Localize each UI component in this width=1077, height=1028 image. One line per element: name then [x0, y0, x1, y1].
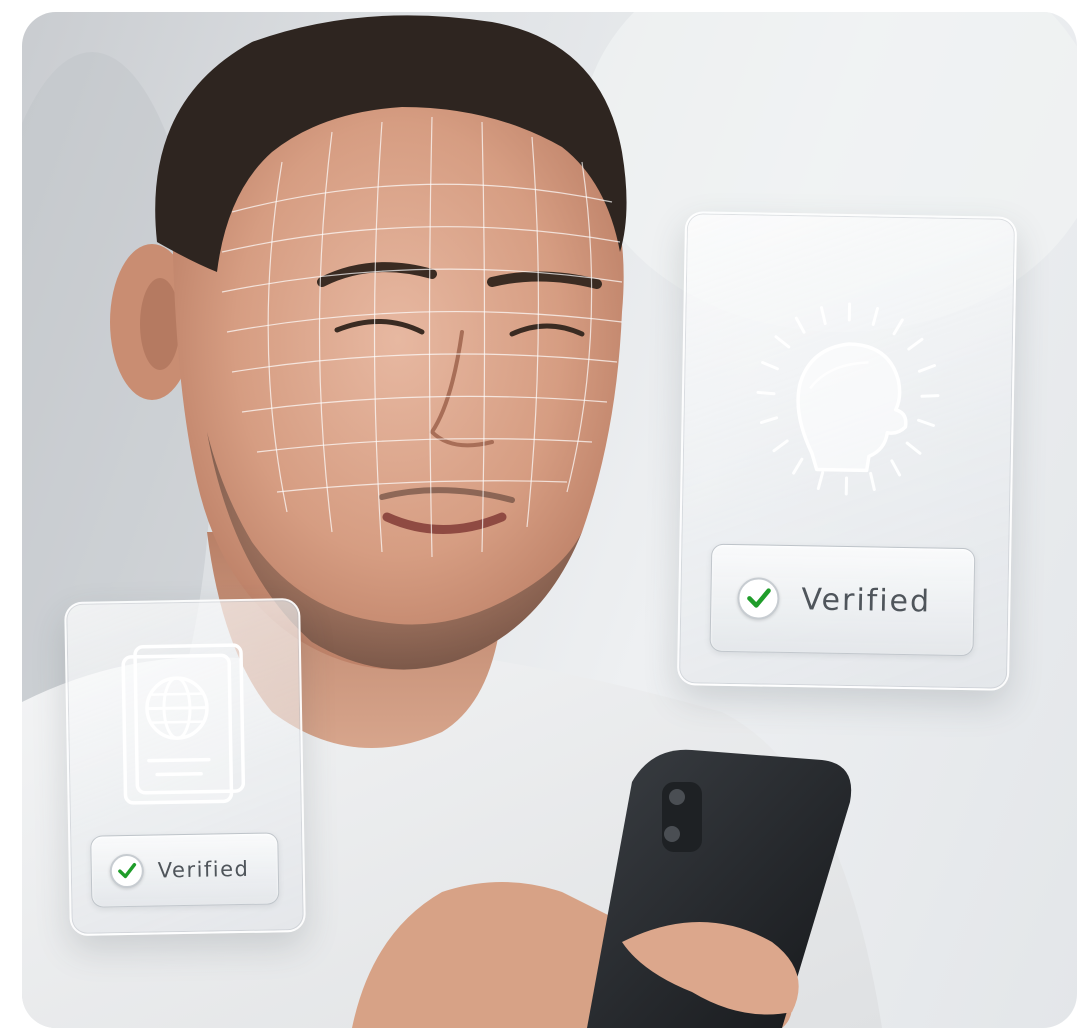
- photo-frame: Verified Verified: [22, 12, 1077, 1028]
- passport-verified-badge: Verified: [90, 832, 280, 908]
- verified-label: Verified: [157, 856, 250, 883]
- green-check-icon: [109, 853, 145, 889]
- face-verified-badge: Verified: [709, 543, 976, 657]
- verified-label: Verified: [801, 581, 932, 619]
- passport-verification-card: Verified: [64, 597, 306, 937]
- passport-icon: [115, 639, 254, 807]
- green-check-icon: [737, 577, 780, 620]
- face-scan-icon: [746, 292, 950, 510]
- face-verification-card: Verified: [676, 211, 1018, 691]
